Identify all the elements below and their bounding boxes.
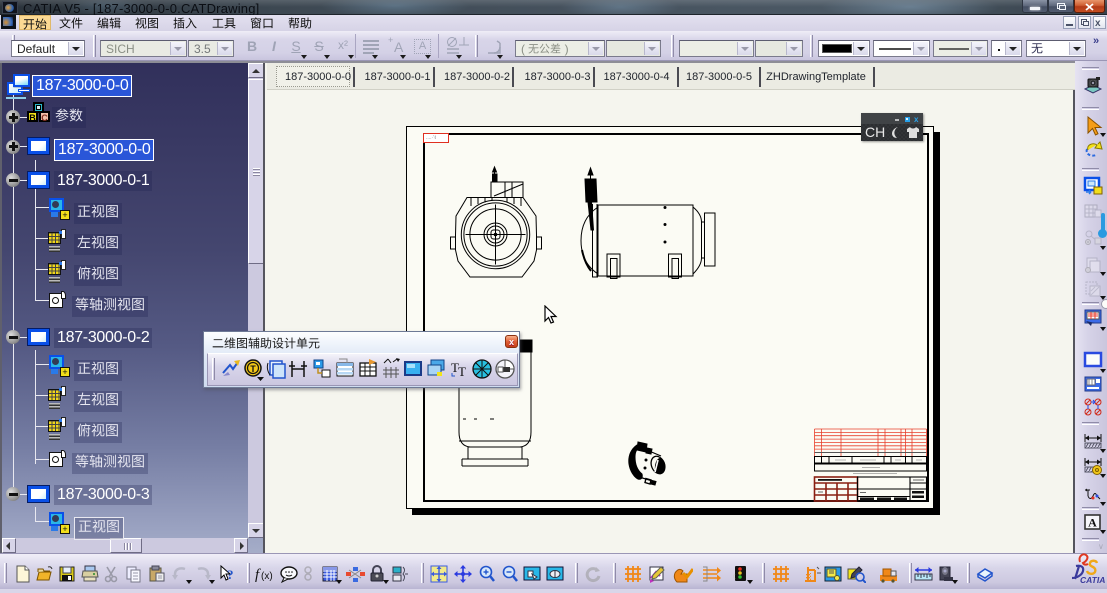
svg-text:A: A	[1088, 516, 1097, 530]
svg-text:T: T	[458, 364, 466, 379]
svg-text:(x): (x)	[261, 571, 273, 582]
svg-text:CATIA: CATIA	[1080, 575, 1105, 585]
svg-text:?: ?	[227, 567, 234, 582]
svg-text:T: T	[250, 364, 256, 374]
